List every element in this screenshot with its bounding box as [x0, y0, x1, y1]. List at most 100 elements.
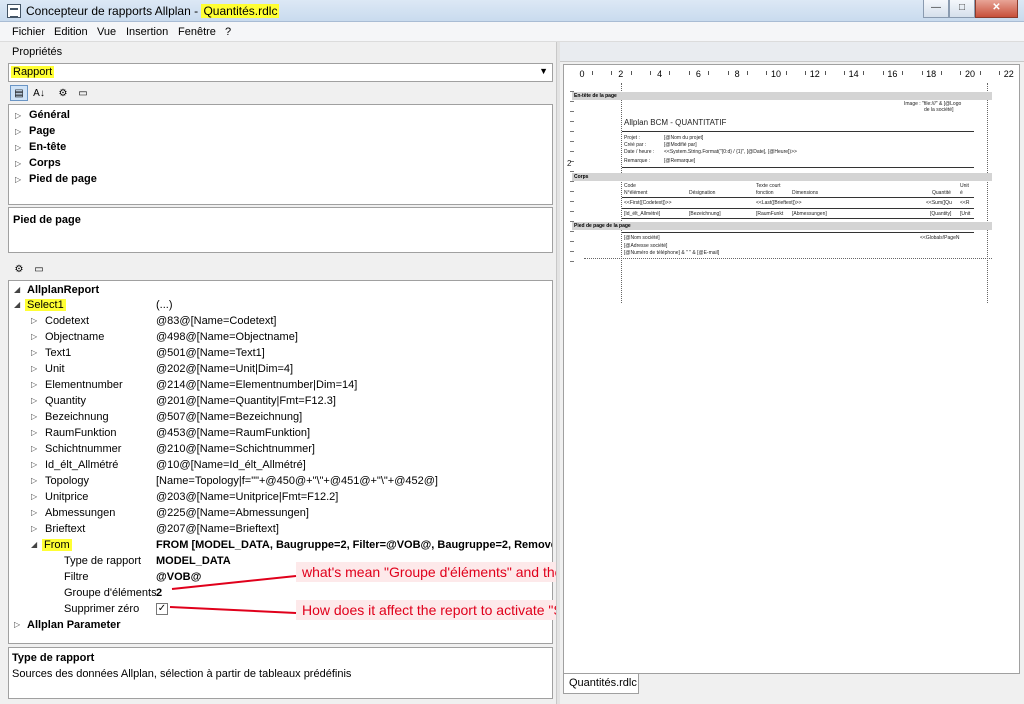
events-icon[interactable]: ▭	[30, 261, 48, 277]
app-icon	[7, 4, 21, 18]
meta-value[interactable]: <<System.String.Format("{0:d} / {1}", [@…	[664, 149, 797, 155]
tree-field-row[interactable]: ▷ Quantity @201@[Name=Quantity|Fmt=F12.3]	[9, 394, 552, 410]
property-pages-icon[interactable]: ⚙	[10, 261, 28, 277]
tree-field-row[interactable]: ▷ Abmessungen @225@[Name=Abmessungen]	[9, 506, 552, 522]
collapse-icon[interactable]: ◢	[14, 285, 20, 294]
tree-from[interactable]: ◢ From FROM [MODEL_DATA, Baugruppe=2, Fi…	[9, 538, 552, 554]
events-icon[interactable]: ▭	[74, 85, 92, 101]
menu-fichier[interactable]: Fichier	[12, 26, 45, 38]
table-cell[interactable]: [Unit	[960, 211, 970, 217]
tree-field-row[interactable]: ▷ Unitprice @203@[Name=Unitprice|Fmt=F12.2…	[9, 490, 552, 506]
tree-field-row[interactable]: ▷ Id_élt_Allmétré @10@[Name=Id_élt_Allmétr…	[9, 458, 552, 474]
expand-icon[interactable]: ▷	[31, 428, 37, 437]
alphabetical-icon[interactable]: A↓	[30, 85, 48, 101]
report-title[interactable]: Allplan BCM - QUANTITATIF	[624, 118, 726, 127]
supprimer-zero-checkbox[interactable]: ✓	[156, 603, 168, 615]
collapse-icon[interactable]: ◢	[31, 540, 37, 549]
category-page[interactable]: ▷ Page	[15, 125, 55, 137]
expand-icon[interactable]: ▷	[15, 143, 29, 152]
maximize-button[interactable]: □	[949, 0, 975, 18]
table-cell[interactable]: [Id_élt_Allmétré]	[624, 211, 660, 217]
expand-icon[interactable]: ▷	[31, 476, 37, 485]
expand-icon[interactable]: ▷	[15, 175, 29, 184]
expand-icon[interactable]: ▷	[31, 364, 37, 373]
menu-bar: Fichier Edition Vue Insertion Fenêtre ?	[0, 22, 1024, 42]
expand-icon[interactable]: ▷	[31, 508, 37, 517]
tree-allplan-parameter[interactable]: ▷ Allplan Parameter	[9, 618, 552, 634]
tree-field-row[interactable]: ▷ Unit @202@[Name=Unit|Dim=4]	[9, 362, 552, 378]
meta-value[interactable]: [@Modifié par]	[664, 142, 697, 148]
category-pied-de-page[interactable]: ▷ Pied de page	[15, 173, 97, 185]
tree-field-row[interactable]: ▷ Brieftext @207@[Name=Brieftext]	[9, 522, 552, 538]
table-cell[interactable]: [Abmessungen]	[792, 211, 827, 217]
expand-icon[interactable]: ▷	[15, 111, 29, 120]
categorized-icon[interactable]: ▤	[10, 85, 28, 101]
help-title: Type de rapport	[12, 652, 95, 664]
menu-edition[interactable]: Edition	[54, 26, 88, 38]
footer-band[interactable]: Pied de page de la page	[572, 222, 992, 230]
expand-icon[interactable]: ▷	[15, 159, 29, 168]
tree-root[interactable]: ◢ AllplanReport	[9, 283, 552, 299]
meta-value[interactable]: [@Remarque]	[664, 158, 695, 164]
chevron-down-icon[interactable]: ▼	[539, 66, 548, 76]
expand-icon[interactable]: ▷	[31, 316, 37, 325]
table-cell[interactable]: <<R	[960, 200, 969, 206]
table-cell[interactable]: [Quantity]	[930, 211, 951, 217]
footer-field[interactable]: <<Globals!PageN	[920, 235, 959, 241]
object-selector[interactable]: Rapport ▼	[8, 63, 553, 82]
field-value: @214@[Name=Elementnumber|Dim=14]	[156, 379, 358, 391]
field-value: @210@[Name=Schichtnummer]	[156, 443, 315, 455]
footer-field[interactable]: [@Adresse société]	[624, 243, 667, 249]
ruler-tick	[570, 111, 574, 112]
tree-field-row[interactable]: ▷ Codetext @83@[Name=Codetext]	[9, 314, 552, 330]
body-band[interactable]: Corps	[572, 173, 992, 181]
footer-field[interactable]: [@Nom société]	[624, 235, 660, 241]
menu-insertion[interactable]: Insertion	[126, 26, 168, 38]
meta-value[interactable]: [@Nom du projet]	[664, 135, 703, 141]
expand-icon[interactable]: ▷	[31, 524, 37, 533]
expand-icon[interactable]: ▷	[14, 620, 20, 629]
minimize-button[interactable]: —	[923, 0, 949, 18]
category-corps[interactable]: ▷ Corps	[15, 157, 61, 169]
col-header: Désignation	[689, 190, 716, 196]
property-pages-icon[interactable]: ⚙	[54, 85, 72, 101]
collapse-icon[interactable]: ◢	[14, 300, 20, 309]
expand-icon[interactable]: ▷	[31, 460, 37, 469]
menu-help[interactable]: ?	[225, 26, 231, 38]
tree-select1[interactable]: ◢ Select1 (...)	[9, 298, 552, 314]
expand-icon[interactable]: ▷	[31, 444, 37, 453]
table-cell[interactable]: <<Last([Brieftext])>>	[756, 200, 802, 206]
expand-icon[interactable]: ▷	[31, 412, 37, 421]
expand-icon[interactable]: ▷	[31, 332, 37, 341]
logo-image-caption: de la société]	[924, 107, 954, 113]
ruler-tick	[921, 71, 923, 75]
category-en-tete[interactable]: ▷ En-tête	[15, 141, 66, 153]
table-cell[interactable]: [RaumFunkt	[756, 211, 783, 217]
tree-field-row[interactable]: ▷ Objectname @498@[Name=Objectname]	[9, 330, 552, 346]
tree-field-row[interactable]: ▷ Schichtnummer @210@[Name=Schichtnummer]	[9, 442, 552, 458]
category-general[interactable]: ▷ Général	[15, 109, 70, 121]
ruler-tick	[708, 71, 710, 75]
expand-icon[interactable]: ▷	[31, 492, 37, 501]
ruler-label: 6	[695, 69, 701, 79]
tab-quantites[interactable]: Quantités.rdlc	[563, 674, 639, 694]
expand-icon[interactable]: ▷	[31, 380, 37, 389]
report-canvas[interactable]: 0 2 4 6 8 10 12 14 16 18 20 22 2 En-tête de la page…	[563, 64, 1020, 674]
menu-vue[interactable]: Vue	[97, 26, 116, 38]
tree-field-row[interactable]: ▷ Bezeichnung @507@[Name=Bezeichnung]	[9, 410, 552, 426]
field-value: @203@[Name=Unitprice|Fmt=F12.2]	[156, 491, 339, 503]
tree-field-row[interactable]: ▷ RaumFunktion @453@[Name=RaumFunktion]	[9, 426, 552, 442]
footer-field[interactable]: [@Numéro de téléphone] & " " & [@E-mail]	[624, 250, 719, 256]
table-cell[interactable]: <<First([Codetext])>>	[624, 200, 672, 206]
menu-fenetre[interactable]: Fenêtre	[178, 26, 216, 38]
expand-icon[interactable]: ▷	[15, 127, 29, 136]
table-cell[interactable]: <<Sum([Qu	[926, 200, 952, 206]
table-cell[interactable]: [Bezeichnung]	[689, 211, 721, 217]
tree-field-row[interactable]: ▷ Topology [Name=Topology|f=""+@450@+"\"+@…	[9, 474, 552, 490]
expand-icon[interactable]: ▷	[31, 396, 37, 405]
header-band[interactable]: En-tête de la page	[572, 92, 992, 100]
tree-field-row[interactable]: ▷ Text1 @501@[Name=Text1]	[9, 346, 552, 362]
close-button[interactable]: ✕	[975, 0, 1018, 18]
expand-icon[interactable]: ▷	[31, 348, 37, 357]
tree-field-row[interactable]: ▷ Elementnumber @214@[Name=Elementnumber|D…	[9, 378, 552, 394]
